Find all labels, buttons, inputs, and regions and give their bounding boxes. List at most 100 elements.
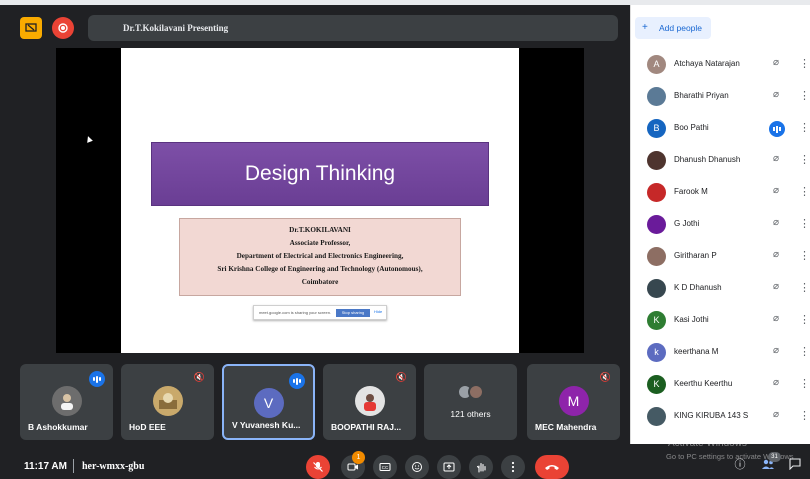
avatar: A bbox=[647, 55, 666, 74]
more-options-button[interactable] bbox=[501, 455, 525, 479]
participant-row[interactable]: K Keerthu Keerthu ⌀ ⋮ bbox=[631, 369, 810, 401]
participant-name: Keerthu Keerthu bbox=[674, 379, 733, 388]
avatar: k bbox=[647, 343, 666, 362]
more-options-icon[interactable]: ⋮ bbox=[799, 217, 810, 230]
participant-name: V Yuvanesh Ku... bbox=[232, 420, 301, 430]
meeting-code: her-wmxx-gbu bbox=[82, 461, 145, 472]
info-icon[interactable]: ⓘ bbox=[733, 458, 747, 472]
captions-button[interactable]: CC bbox=[373, 455, 397, 479]
avatar bbox=[51, 386, 82, 416]
mic-off-icon: ⌀ bbox=[772, 345, 780, 356]
leave-call-button[interactable] bbox=[535, 455, 569, 479]
avatar bbox=[152, 386, 183, 416]
avatar bbox=[647, 215, 666, 234]
avatar bbox=[647, 407, 666, 426]
participant-tile[interactable]: 🔇 HoD EEE bbox=[121, 364, 214, 440]
more-options-icon[interactable]: ⋮ bbox=[799, 89, 810, 102]
mic-off-icon: ⌀ bbox=[772, 57, 780, 68]
participant-name: BOOPATHI RAJ... bbox=[331, 422, 402, 432]
slide-author-role: Associate Professor, bbox=[289, 239, 351, 247]
participant-name: Atchaya Natarajan bbox=[674, 59, 740, 68]
participant-name: HoD EEE bbox=[129, 422, 166, 432]
mic-toggle-button[interactable] bbox=[306, 455, 330, 479]
mic-off-icon: 🔇 bbox=[599, 372, 612, 382]
avatar bbox=[647, 87, 666, 106]
participant-row[interactable]: B Boo Pathi ⋮ bbox=[631, 113, 810, 145]
avatar bbox=[647, 247, 666, 266]
stop-sharing-button[interactable]: Stop sharing bbox=[336, 309, 370, 317]
participant-row[interactable]: Bharathi Priyan ⌀ ⋮ bbox=[631, 81, 810, 113]
divider bbox=[73, 459, 74, 473]
hide-button[interactable]: Hide bbox=[374, 309, 382, 314]
svg-text:CC: CC bbox=[382, 465, 389, 470]
participant-row[interactable]: KING KIRUBA 143 S ⌀ ⋮ bbox=[631, 401, 810, 433]
mic-off-icon: ⌀ bbox=[772, 249, 780, 260]
more-options-icon[interactable]: ⋮ bbox=[799, 377, 810, 390]
more-options-icon[interactable]: ⋮ bbox=[799, 121, 810, 134]
speaking-indicator-icon bbox=[769, 121, 785, 137]
more-options-icon[interactable]: ⋮ bbox=[799, 185, 810, 198]
chat-icon[interactable] bbox=[788, 458, 802, 472]
presentation-icon[interactable] bbox=[20, 17, 42, 39]
participant-tile[interactable]: V V Yuvanesh Ku... bbox=[222, 364, 315, 440]
add-person-icon: + bbox=[642, 22, 648, 33]
participant-name: MEC Mahendra bbox=[535, 422, 597, 432]
avatar bbox=[354, 386, 385, 416]
more-options-icon[interactable]: ⋮ bbox=[799, 57, 810, 70]
participant-row[interactable]: G Jothi ⌀ ⋮ bbox=[631, 209, 810, 241]
people-panel: + Add people A Atchaya Natarajan ⌀ ⋮ Bha… bbox=[630, 5, 810, 444]
mic-off-icon: ⌀ bbox=[772, 313, 780, 324]
more-options-icon[interactable]: ⋮ bbox=[799, 249, 810, 262]
slide-author-name: Dr.T.KOKILAVANI bbox=[289, 226, 351, 234]
avatar: K bbox=[647, 311, 666, 330]
participant-tile[interactable]: 🔇 BOOPATHI RAJ... bbox=[323, 364, 416, 440]
participant-name: Giritharan P bbox=[674, 251, 717, 260]
more-options-icon[interactable]: ⋮ bbox=[799, 409, 810, 422]
participant-row[interactable]: K Kasi Jothi ⌀ ⋮ bbox=[631, 305, 810, 337]
mic-off-icon: ⌀ bbox=[772, 377, 780, 388]
participant-name: Kasi Jothi bbox=[674, 315, 709, 324]
participant-name: Bharathi Priyan bbox=[674, 91, 729, 100]
more-options-icon[interactable]: ⋮ bbox=[799, 345, 810, 358]
notification-badge: 1 bbox=[352, 451, 365, 464]
avatar: M bbox=[558, 386, 589, 416]
avatar bbox=[647, 151, 666, 170]
emoji-reaction-button[interactable] bbox=[405, 455, 429, 479]
screen-share-notice: meet.google.com is sharing your screen. … bbox=[253, 305, 387, 320]
add-people-button[interactable]: + Add people bbox=[635, 17, 711, 39]
more-options-icon[interactable]: ⋮ bbox=[799, 153, 810, 166]
mic-off-icon: ⌀ bbox=[772, 217, 780, 228]
participant-name: KING KIRUBA 143 S bbox=[674, 411, 749, 420]
avatar: B bbox=[647, 119, 666, 138]
more-options-icon[interactable]: ⋮ bbox=[799, 313, 810, 326]
slide-author-city: Coimbatore bbox=[301, 278, 339, 286]
share-notice-text: meet.google.com is sharing your screen. bbox=[259, 310, 332, 315]
participant-name: G Jothi bbox=[674, 219, 700, 228]
others-tile[interactable]: 121 others bbox=[424, 364, 517, 440]
mic-off-icon: 🔇 bbox=[395, 372, 408, 382]
participant-tile[interactable]: 🔇 M MEC Mahendra bbox=[527, 364, 620, 440]
mic-off-icon: ⌀ bbox=[772, 185, 780, 196]
participant-row[interactable]: Farook M ⌀ ⋮ bbox=[631, 177, 810, 209]
more-options-icon[interactable]: ⋮ bbox=[799, 281, 810, 294]
mic-off-icon: ⌀ bbox=[772, 153, 780, 164]
participant-row[interactable]: k keerthana M ⌀ ⋮ bbox=[631, 337, 810, 369]
participant-row[interactable]: Dhanush Dhanush ⌀ ⋮ bbox=[631, 145, 810, 177]
present-screen-button[interactable] bbox=[437, 455, 461, 479]
slide-author-department: Department of Electrical and Electronics… bbox=[236, 252, 404, 260]
participant-row[interactable]: A Atchaya Natarajan ⌀ ⋮ bbox=[631, 49, 810, 81]
participant-name: Farook M bbox=[674, 187, 708, 196]
speaking-indicator-icon bbox=[289, 373, 305, 389]
participant-name: K D Dhanush bbox=[674, 283, 722, 292]
participant-name: B Ashokkumar bbox=[28, 422, 88, 432]
participant-row[interactable]: K D Dhanush ⌀ ⋮ bbox=[631, 273, 810, 305]
presenting-banner: Dr.T.Kokilavani Presenting bbox=[88, 15, 618, 41]
mic-off-icon: ⌀ bbox=[772, 409, 780, 420]
add-people-label: Add people bbox=[659, 23, 703, 33]
participant-tile[interactable]: B Ashokkumar bbox=[20, 364, 113, 440]
participant-row[interactable]: Giritharan P ⌀ ⋮ bbox=[631, 241, 810, 273]
raise-hand-button[interactable] bbox=[469, 455, 493, 479]
avatar: V bbox=[253, 388, 284, 418]
avatar: K bbox=[647, 375, 666, 394]
avatar bbox=[647, 279, 666, 298]
